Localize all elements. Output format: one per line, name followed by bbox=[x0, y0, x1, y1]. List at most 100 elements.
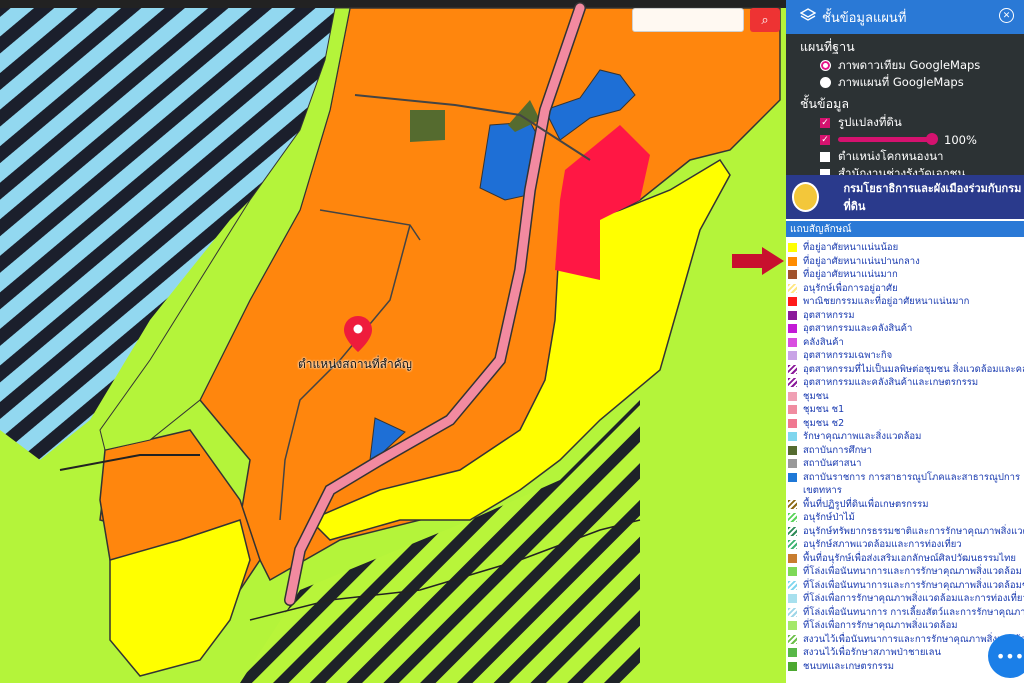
legend-label: สงวนไว้เพื่อรักษาสภาพป่าชายเลน bbox=[803, 647, 941, 658]
checkbox-zoning[interactable]: ✓ bbox=[820, 134, 830, 145]
more-icon: ••• bbox=[995, 646, 1024, 666]
pin-label: ตำแหน่งสถานที่สำคัญ bbox=[298, 357, 412, 371]
legend-label: อนุรักษ์ทรัพยากรธรรมชาติและการรักษาคุณภา… bbox=[803, 525, 1024, 537]
legend-swatch bbox=[788, 621, 797, 630]
legend-item: เขตทหาร bbox=[786, 484, 1024, 498]
legend-label: สถาบันศาสนา bbox=[803, 458, 862, 469]
legend-item: ชุมชน ช1 bbox=[786, 403, 1024, 417]
legend-swatch bbox=[788, 351, 797, 360]
legend-label: ที่อยู่อาศัยหนาแน่นน้อย bbox=[803, 242, 899, 253]
search-icon: ⌕ bbox=[761, 12, 769, 28]
base-option-map[interactable]: ภาพแผนที่ GoogleMaps bbox=[786, 74, 1024, 91]
legend-label: อุตสาหกรรม bbox=[803, 309, 855, 321]
slider-knob[interactable] bbox=[926, 133, 938, 145]
base-option-satellite[interactable]: ภาพดาวเทียม GoogleMaps bbox=[786, 57, 1024, 74]
legend-label: อนุรักษ์สภาพแวดล้อมและการท่องเที่ยว bbox=[803, 539, 962, 550]
legend-swatch bbox=[788, 364, 797, 374]
legend-item: สถาบันศาสนา bbox=[786, 457, 1024, 471]
legend-item: ชุมชน bbox=[786, 390, 1024, 404]
legend-swatch bbox=[788, 553, 797, 563]
legend-list[interactable]: ที่อยู่อาศัยหนาแน่นน้อยที่อยู่อาศัยหนาแน… bbox=[786, 237, 1024, 673]
legend-item: ที่โล่งเพื่อนันทนาการและการรักษาคุณภาพสิ… bbox=[786, 579, 1024, 593]
legend-swatch bbox=[788, 540, 797, 549]
search-input[interactable] bbox=[632, 8, 744, 32]
legend-swatch bbox=[788, 418, 797, 428]
legend-item: พื้นที่อนุรักษ์เพื่อส่งเสริมเอกลักษณ์ศิล… bbox=[786, 552, 1024, 566]
legend-label: ชุมชน ช1 bbox=[803, 404, 845, 415]
legend-swatch bbox=[788, 607, 797, 617]
legend-label: ที่อยู่อาศัยหนาแน่นมาก bbox=[803, 269, 898, 280]
legend-item: ที่โล่งเพื่อนันทนาการ การเลี้ยงสัตว์และก… bbox=[786, 606, 1024, 620]
agency-banner: กรมโยธาธิการและผังเมืองร่วมกับกรมที่ดิน bbox=[786, 175, 1024, 219]
legend-swatch bbox=[788, 283, 797, 293]
legend-label: ชุมชน ช2 bbox=[803, 417, 845, 429]
layer-label: ตำแหน่งโคกหนองนา bbox=[838, 148, 944, 163]
legend-swatch bbox=[788, 526, 797, 536]
legend-swatch bbox=[788, 297, 797, 306]
legend-item: สถาบันราชการ การสาธารณูปโภคและสาธารณูปกา… bbox=[786, 471, 1024, 485]
legend-item: สถาบันการศึกษา bbox=[786, 444, 1024, 458]
legend-label: อนุรักษ์เพื่อการอยู่อาศัย bbox=[803, 282, 898, 294]
legend-swatch bbox=[788, 243, 797, 252]
legend-item: พื้นที่ปฏิรูปที่ดินเพื่อเกษตรกรรม bbox=[786, 498, 1024, 512]
layer-panel: ชั้นข้อมูลแผนที่ ✕ แผนที่ฐาน ภาพดาวเทียม… bbox=[786, 0, 1024, 180]
banner-text: กรมโยธาธิการและผังเมืองร่วมกับกรมที่ดิน bbox=[843, 182, 1022, 213]
legend-panel: กรมโยธาธิการและผังเมืองร่วมกับกรมที่ดิน … bbox=[786, 175, 1024, 683]
legend-item: อุตสาหกรรม bbox=[786, 309, 1024, 323]
legend-item: อุตสาหกรรมที่ไม่เป็นมลพิษต่อชุมชน สิ่งแว… bbox=[786, 363, 1024, 377]
checkbox-khok-nong-na[interactable] bbox=[820, 151, 830, 162]
legend-item: รักษาคุณภาพและสิ่งแวดล้อม bbox=[786, 430, 1024, 444]
legend-label: ที่โล่งเพื่อนันทนาการและการรักษาคุณภาพสิ… bbox=[803, 579, 1024, 591]
legend-swatch bbox=[788, 472, 797, 482]
legend-label: พื้นที่อนุรักษ์เพื่อส่งเสริมเอกลักษณ์ศิล… bbox=[803, 552, 1016, 564]
more-options-button[interactable]: ••• bbox=[988, 634, 1024, 678]
legend-label: สถาบันการศึกษา bbox=[803, 444, 872, 456]
legend-swatch bbox=[788, 310, 797, 320]
legend-swatch bbox=[788, 634, 797, 644]
layers-heading: ชั้นข้อมูล bbox=[800, 96, 849, 111]
legend-item: ที่อยู่อาศัยหนาแน่นมาก bbox=[786, 268, 1024, 282]
legend-item: คลังสินค้า bbox=[786, 336, 1024, 350]
legend-swatch bbox=[788, 661, 797, 671]
layer-label: รูปแปลงที่ดิน bbox=[838, 114, 902, 129]
legend-item: อุตสาหกรรมและคลังสินค้าและเกษตรกรรม bbox=[786, 376, 1024, 390]
legend-swatch bbox=[788, 378, 797, 387]
radio-map[interactable] bbox=[820, 77, 831, 88]
legend-item: พาณิชยกรรมและที่อยู่อาศัยหนาแน่นมาก bbox=[786, 295, 1024, 309]
legend-label: เขตทหาร bbox=[803, 485, 842, 496]
education-zone-1 bbox=[410, 110, 445, 142]
agency-emblem-icon bbox=[792, 182, 820, 212]
legend-item: อนุรักษ์ทรัพยากรธรรมชาติและการรักษาคุณภา… bbox=[786, 525, 1024, 539]
legend-swatch bbox=[788, 337, 797, 347]
opacity-slider[interactable] bbox=[838, 133, 938, 145]
legend-label: พาณิชยกรรมและที่อยู่อาศัยหนาแน่นมาก bbox=[803, 296, 970, 307]
legend-label: สถาบันราชการ การสาธารณูปโภคและสาธารณูปกา… bbox=[803, 471, 1021, 483]
legend-swatch bbox=[788, 513, 797, 522]
layer-khok-nong-na[interactable]: ตำแหน่งโคกหนองนา bbox=[786, 148, 1024, 165]
search-button[interactable]: ⌕ bbox=[750, 8, 780, 32]
legend-swatch bbox=[788, 580, 797, 590]
legend-item: ที่โล่งเพื่อการรักษาคุณภาพสิ่งแวดล้อมและ… bbox=[786, 592, 1024, 606]
legend-label: พื้นที่ปฏิรูปที่ดินเพื่อเกษตรกรรม bbox=[803, 498, 929, 510]
close-icon[interactable]: ✕ bbox=[999, 8, 1014, 23]
legend-swatch bbox=[788, 459, 797, 468]
legend-swatch bbox=[788, 567, 797, 576]
legend-label: อุตสาหกรรมเฉพาะกิจ bbox=[803, 350, 893, 361]
legend-item: อุตสาหกรรมเฉพาะกิจ bbox=[786, 349, 1024, 363]
legend-label: ชุมชน bbox=[803, 390, 829, 402]
legend-label: รักษาคุณภาพและสิ่งแวดล้อม bbox=[803, 431, 922, 442]
legend-swatch bbox=[788, 594, 797, 603]
checkbox-parcels[interactable]: ✓ bbox=[820, 117, 830, 128]
layer-parcels[interactable]: ✓ รูปแปลงที่ดิน bbox=[786, 114, 1024, 131]
layer-opacity[interactable]: ✓ 100% bbox=[786, 131, 1024, 148]
radio-satellite[interactable] bbox=[820, 60, 831, 71]
legend-label: ที่โล่งเพื่อการรักษาคุณภาพสิ่งแวดล้อมและ… bbox=[803, 593, 1024, 604]
legend-item: ที่อยู่อาศัยหนาแน่นน้อย bbox=[786, 241, 1024, 255]
legend-item: ชุมชน ช2 bbox=[786, 417, 1024, 431]
opacity-value: 100% bbox=[944, 132, 977, 147]
base-option-label: ภาพดาวเทียม GoogleMaps bbox=[838, 57, 981, 72]
legend-label: ชนบทและเกษตรกรรม bbox=[803, 660, 895, 672]
layer-panel-header: ชั้นข้อมูลแผนที่ bbox=[786, 0, 1024, 34]
legend-swatch bbox=[788, 270, 797, 279]
base-option-label: ภาพแผนที่ GoogleMaps bbox=[838, 74, 964, 89]
